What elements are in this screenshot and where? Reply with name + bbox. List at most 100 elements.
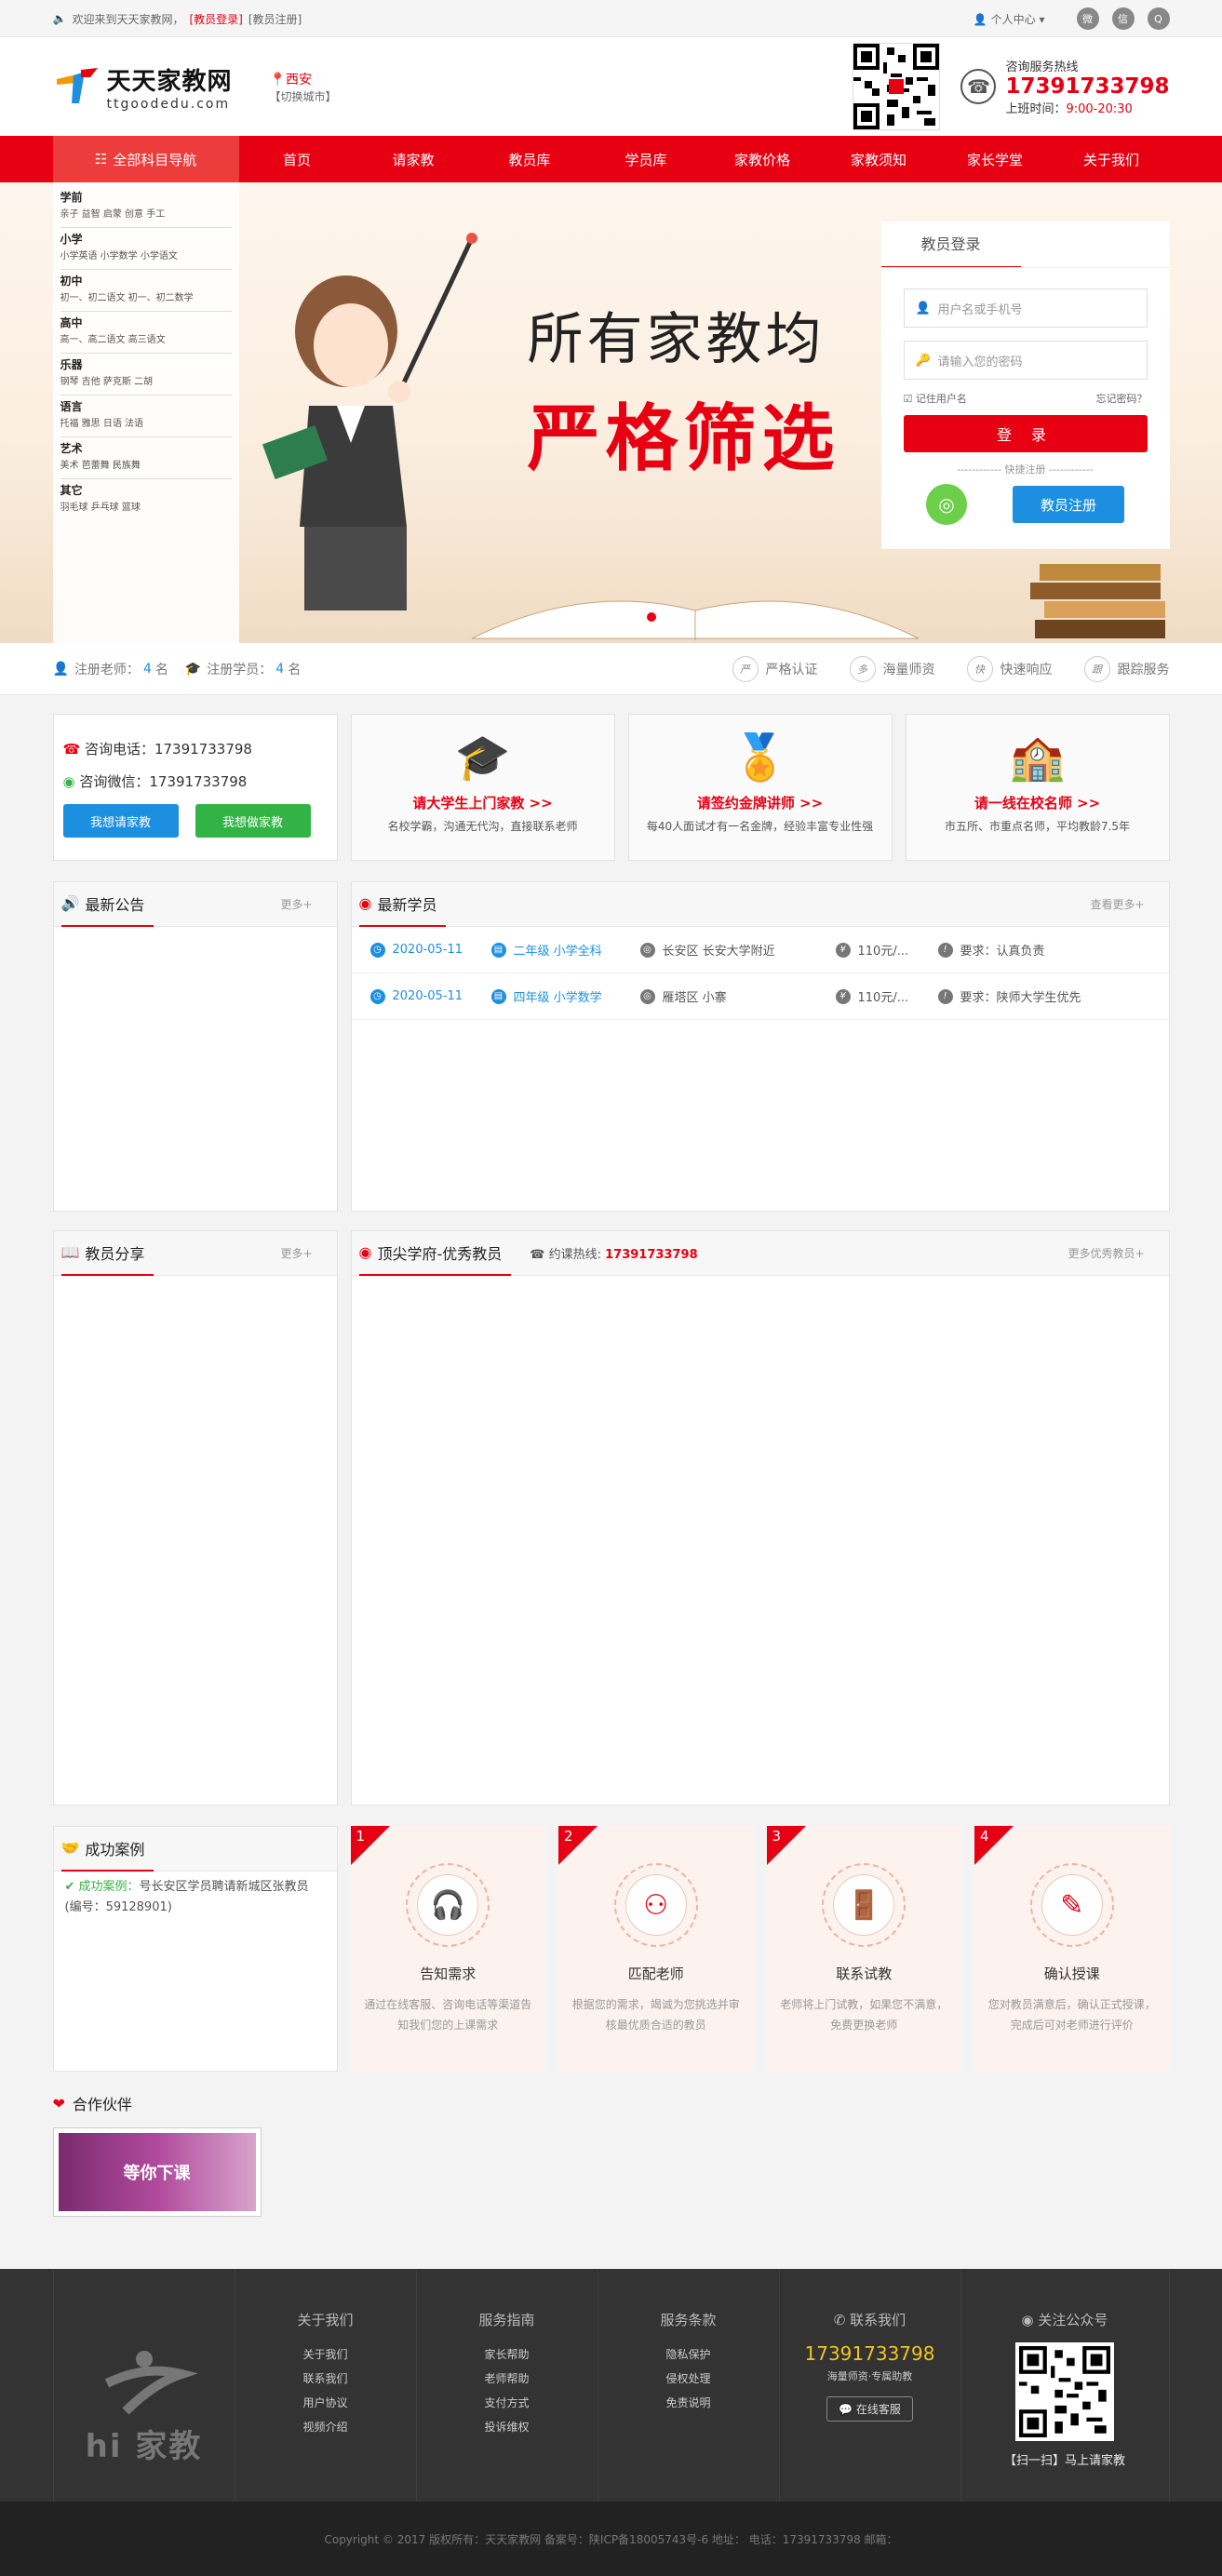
process-steps: 1 🎧 告知需求 通过在线客服、咨询电话等渠道告知我们您的上课需求 2 ⚇ 匹配老… (350, 1826, 1170, 2072)
nav-item-about[interactable]: 关于我们 (1054, 136, 1170, 182)
category-nav-button[interactable]: ☷ 全部科目导航 (52, 136, 239, 182)
sidebar-group[interactable]: 其它 羽毛球 乒乓球 篮球 (60, 479, 232, 520)
footer-link[interactable]: 家长帮助 (417, 2342, 598, 2367)
footer-link[interactable]: 联系我们 (235, 2367, 416, 2391)
logo-domain: ttgoodedu.com (106, 96, 231, 112)
qq-icon[interactable]: Q (1147, 7, 1170, 30)
nav-item-notice[interactable]: 家教须知 (821, 136, 937, 182)
feature-many: 多海量师资 (849, 656, 935, 682)
wechat-icon[interactable]: 信 (1111, 7, 1135, 30)
teacher-login-link[interactable]: [教员登录] (189, 11, 242, 27)
consult-wechat: ◉ 咨询微信：17391733798 (62, 773, 248, 790)
table-row[interactable]: ◷ 2020-05-11 ▤ 二年级 小学全科 ◎ 长安区 长安大学附近 ¥110元/… (351, 927, 1169, 973)
speaker-icon: 🔈 (52, 12, 67, 25)
footer-wechat: ◉ 关注公众号 【扫一扫】马上请家教 (961, 2269, 1170, 2502)
sidebar-group[interactable]: 初中 初一、初二语文 初一、初二数学 (60, 270, 232, 312)
login-button[interactable]: 登 录 (903, 415, 1148, 452)
door-icon: 🚪 (833, 1874, 895, 1936)
city-switcher[interactable]: 📍西安 【切换城市】 (270, 70, 337, 104)
nav-item-teacher-library[interactable]: 教员库 (472, 136, 588, 182)
footer-link[interactable]: 用户协议 (235, 2391, 416, 2415)
students-more-link[interactable]: 查看更多+ (1090, 896, 1144, 912)
main-content: ☎ 咨询电话：17391733798 ◉ 咨询微信：17391733798 我想… (52, 714, 1170, 2217)
login-tab[interactable]: 教员登录 (880, 221, 1021, 268)
chat-icon: 💬 (839, 2403, 853, 2416)
hero-banner: 学前 亲子 益智 启蒙 创意 手工 小学 小学英语 小学数学 小学语文 初中 初一、初… (0, 182, 1222, 643)
sidebar-group[interactable]: 高中 高一、高二语文 高三语文 (60, 312, 232, 354)
partner-logo[interactable]: 等你下课 (52, 2127, 262, 2217)
category-sidebar: 学前 亲子 益智 启蒙 创意 手工 小学 小学英语 小学数学 小学语文 初中 初一、初… (52, 182, 239, 643)
promo-student-tutor[interactable]: 🎓 请大学生上门家教 >> 名校学霸，沟通无代沟，直接联系老师 (350, 714, 615, 861)
price-icon: ¥ (835, 942, 851, 958)
trophy-icon: ◉ (358, 1243, 372, 1261)
table-row[interactable]: ◷ 2020-05-11 ▤ 四年级 小学数学 ◎ 雁塔区 小寨 ¥110元/... … (351, 973, 1169, 1020)
password-input[interactable]: 🔑 请输入您的密码 (903, 341, 1148, 380)
footer-link[interactable]: 支付方式 (417, 2391, 598, 2415)
wechat-login-icon[interactable]: ◎ (926, 484, 967, 525)
teacher-register-link[interactable]: [教员注册] (248, 11, 302, 27)
nav-item-student-library[interactable]: 学员库 (588, 136, 705, 182)
sidebar-group[interactable]: 小学 小学英语 小学数学 小学语文 (60, 228, 232, 270)
carousel-dot[interactable] (590, 612, 600, 622)
welcome-text: 欢迎来到天天家教网， (72, 12, 184, 26)
notice-more-link[interactable]: 更多+ (280, 896, 312, 912)
footer-link[interactable]: 侵权处理 (598, 2367, 779, 2391)
nav-item-hire-tutor[interactable]: 请家教 (356, 136, 472, 182)
site-logo[interactable]: 天天家教网 ttgoodedu.com (53, 62, 233, 112)
hotline-label: 咨询服务热线 (1005, 60, 1079, 74)
username-input[interactable]: 👤 用户名或手机号 (903, 288, 1148, 328)
sidebar-group[interactable]: 语言 托福 雅思 日语 法语 (60, 396, 232, 437)
grid-icon: ☷ (94, 151, 108, 168)
document-icon: ▤ (490, 988, 506, 1004)
graduation-cap-icon: 🎓 (454, 731, 511, 784)
clock-icon: ◷ (369, 988, 385, 1004)
top-teachers-more-link[interactable]: 更多优秀教员+ (1068, 1245, 1144, 1261)
wechat-icon: ◉ (1021, 2312, 1034, 2328)
switch-city-link[interactable]: 【切换城市】 (270, 88, 337, 104)
carousel-dots (590, 612, 675, 622)
online-service-button[interactable]: 💬 在线客服 (826, 2396, 913, 2422)
sidebar-group[interactable]: 乐器 钢琴 吉他 萨克斯 二胡 (60, 354, 232, 396)
promo-gold-tutor[interactable]: 🏅 请签约金牌讲师 >> 每40人面试才有一名金牌，经验丰富专业性强 (627, 714, 893, 861)
consult-box: ☎ 咨询电话：17391733798 ◉ 咨询微信：17391733798 我想… (52, 714, 338, 861)
hire-tutor-button[interactable]: 我想请家教 (62, 804, 179, 838)
carousel-dot-active[interactable] (646, 612, 656, 622)
copyright: Copyright © 2017 版权所有：天天家教网 备案号：陕ICP备180… (0, 2502, 1222, 2576)
footer-link[interactable]: 视频介绍 (235, 2415, 416, 2439)
sidebar-group[interactable]: 学前 亲子 益智 启蒙 创意 手工 (60, 186, 232, 228)
footer-logo-icon (104, 2350, 198, 2415)
become-tutor-button[interactable]: 我想做家教 (195, 804, 311, 838)
footer-link[interactable]: 隐私保护 (598, 2342, 779, 2367)
personal-center-menu[interactable]: 👤 个人中心 ▾ (974, 11, 1045, 27)
forgot-password-link[interactable]: 忘记密码？ (1096, 391, 1148, 406)
book-icon: 📖 (60, 1243, 80, 1261)
footer-link[interactable]: 关于我们 (235, 2342, 416, 2367)
network-icon: ⚇ (624, 1874, 687, 1936)
footer-phone: 17391733798 (804, 2342, 935, 2365)
wechat-icon: ◉ (62, 773, 75, 790)
remember-checkbox[interactable]: ☑ 记住用户名 (904, 391, 967, 406)
footer-link[interactable]: 投诉维权 (417, 2415, 598, 2439)
footer-link[interactable]: 免责说明 (598, 2391, 779, 2415)
info-icon: ! (937, 988, 953, 1004)
main-nav: ☷ 全部科目导航 首页 请家教 教员库 学员库 家教价格 家教须知 家长学堂 关… (0, 136, 1222, 182)
share-more-link[interactable]: 更多+ (280, 1245, 312, 1261)
sidebar-group[interactable]: 艺术 美术 芭蕾舞 民族舞 (60, 437, 232, 479)
school-icon: 🏫 (1009, 731, 1066, 784)
carousel-dot[interactable] (665, 612, 675, 622)
booking-hotline: ☎ 约课热线: 17391733798 (530, 1248, 698, 1262)
nav-item-price[interactable]: 家教价格 (705, 136, 821, 182)
teacher-register-button[interactable]: 教员注册 (1013, 486, 1124, 523)
hotline: ☎ 咨询服务热线 17391733798 上班时间：9:00-20:30 (960, 57, 1170, 116)
promo-school-teacher[interactable]: 🏫 请一线在校名师 >> 市五所、市重点名师，平均教龄7.5年 (905, 714, 1170, 861)
carousel-dot[interactable] (627, 612, 638, 622)
top-teachers-panel: ◉ 顶尖学府-优秀教员 ☎ 约课热线: 17391733798 更多优秀教员+ (350, 1230, 1170, 1805)
case-item[interactable]: ✔ 成功案例：号长安区学员聘请新城区张教员(编号：59128901) (54, 1872, 337, 1924)
teacher-login-panel: 教员登录 👤 用户名或手机号 🔑 请输入您的密码 ☑ 记住用户名 忘记密码？ 登 录… (880, 221, 1170, 549)
carousel-dot[interactable] (609, 612, 619, 622)
nav-item-home[interactable]: 首页 (239, 136, 356, 182)
nav-item-parent-school[interactable]: 家长学堂 (937, 136, 1054, 182)
weibo-icon[interactable]: 微 (1076, 7, 1099, 30)
location-pin-icon: 📍 (269, 72, 286, 87)
footer-link[interactable]: 老师帮助 (417, 2367, 598, 2391)
